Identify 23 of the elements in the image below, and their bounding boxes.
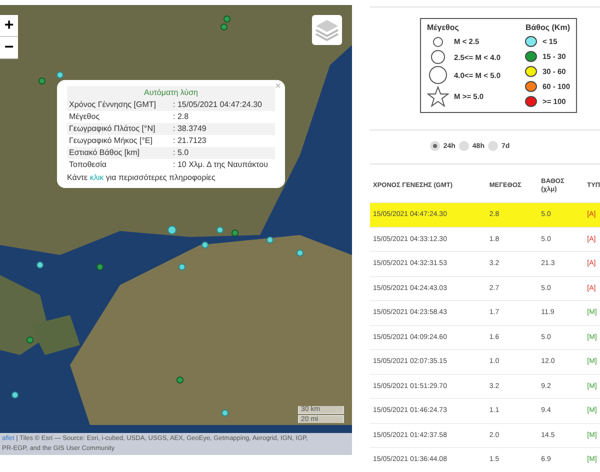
field-label: Εστιακό Βάθος [km]: [67, 147, 171, 159]
field-label: Μέγεθος: [67, 111, 171, 123]
popup-title: Αυτόματη λύση: [67, 86, 275, 99]
field-value: : 15/05/2021 04:47:24.30: [171, 99, 275, 111]
circle-icon: [429, 66, 447, 84]
field-value: : 10 Χλμ. Δ της Ναυπάκτου: [171, 159, 275, 171]
field-label: Γεωγραφικό Μήκος [°E]: [67, 135, 171, 147]
star-icon: [427, 86, 449, 107]
layers-icon: [314, 18, 340, 42]
field-label: Τοποθεσία: [67, 159, 171, 171]
field-label: Γεωγραφικό Πλάτος [°N]: [67, 123, 171, 135]
circle-icon: [433, 36, 443, 46]
legend-heading: Μέγεθος: [427, 23, 460, 32]
layers-button[interactable]: [312, 15, 342, 45]
field-value: : 2.8: [171, 111, 275, 123]
field-label: Χρόνος Γέννησης [GMT]: [67, 99, 171, 111]
zoom-in-button[interactable]: +: [0, 15, 18, 37]
field-value: : 21.7123: [171, 135, 275, 147]
legend-heading: Βάθος (Km): [525, 23, 570, 32]
info-link-text: Κάντε κλικ για περισσότερες πληροφορίες: [67, 173, 216, 182]
circle-icon: [431, 50, 445, 64]
field-value: : 38.3749: [171, 123, 275, 135]
field-value: : 5.0: [171, 147, 275, 159]
